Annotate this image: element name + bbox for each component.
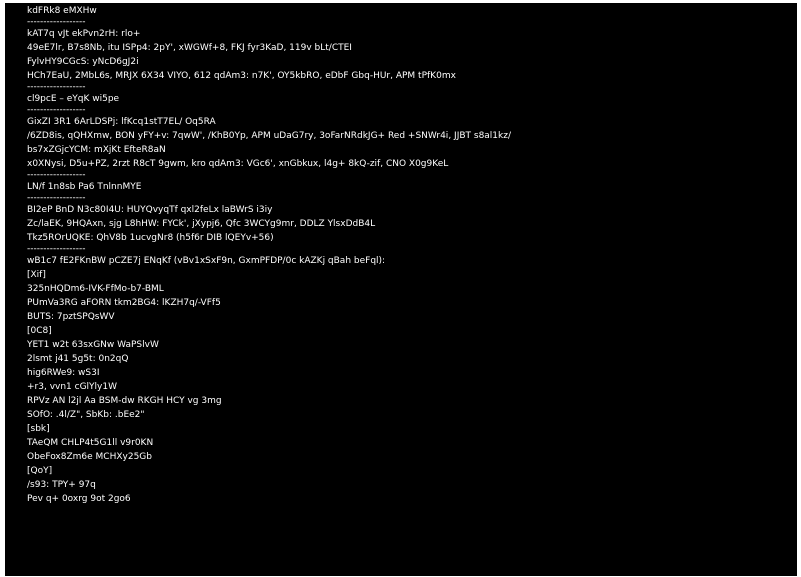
console-line: LN/f 1n8sb Pa6 TnlnnMYE <box>27 182 142 192</box>
console-line: YET1 w2t 63sxGNw WaPSlvW <box>27 340 159 350</box>
console-line: [Xif] <box>27 270 46 280</box>
console-title: kdFRk8 eMXHw <box>27 6 97 16</box>
console-line: 2lsmt j41 5g5t: 0n2qQ <box>27 354 129 364</box>
console-line: 49eE7lr, B7s8Nb, itu ISPp4: 2pY', xWGWf+… <box>27 43 352 53</box>
console-line: /s93: TPY+ 97q <box>27 480 96 490</box>
console-line: [QoY] <box>27 466 53 476</box>
console-line: hig6RWe9: wS3I <box>27 368 100 378</box>
separator: ------------------ <box>27 170 86 180</box>
console-line: /6ZD8is, qQHXmw, BON yFY+v: 7qwW', /KhB0… <box>27 131 512 141</box>
console-line: Zc/laEK, 9HQAxn, sjg L8hHW: FYCk', jXypj… <box>27 219 376 229</box>
console-line: +r3, vvn1 cGlYly1W <box>27 382 118 392</box>
console-line: [0C8] <box>27 326 52 336</box>
separator: ------------------ <box>27 17 86 27</box>
console-line: BI2eP BnD N3c80I4U: HUYQvyqTf qxl2feLx l… <box>27 205 273 215</box>
separator: ------------------ <box>27 105 86 115</box>
console-line: FylvHY9CGcS: yNcD6gJ2i <box>27 57 139 67</box>
console-line: [sbk] <box>27 424 50 434</box>
console-line: Tkz5ROrUQKE: QhV8b 1ucvgNr8 (h5f6r DIB l… <box>27 233 274 243</box>
separator: ------------------ <box>27 82 86 92</box>
console-line: SOfO: .4l/Z", SbKb: .bEe2" <box>27 410 145 420</box>
console-line: wB1c7 fE2FKnBW pCZE7j ENqKf (vBv1xSxF9n,… <box>27 256 386 266</box>
console-line: GixZI 3R1 6ArLDSPj: lfKcq1stT7EL/ Oq5RA <box>27 117 216 127</box>
console-line: PUmVa3RG aFORN tkm2BG4: lKZH7q/-VFf5 <box>27 298 221 308</box>
console-line: BUTS: 7pztSPQsWV <box>27 312 115 322</box>
console-line: TAeQM CHLP4t5G1ll v9r0KN <box>27 438 154 448</box>
console-line: Pev q+ 0oxrg 9ot 2go6 <box>27 494 131 504</box>
console-line: kAT7q vJt ekPvn2rH: rlo+ <box>27 29 141 39</box>
console-line: RPVz AN l2jl Aa BSM-dw RKGH HCY vg 3mg <box>27 396 222 406</box>
console-output: kdFRk8 eMXHw ------------------ kAT7q vJ… <box>5 3 797 576</box>
separator: ------------------ <box>27 193 86 203</box>
console-line: bs7xZGjcYCM: mXjKt EfteR8aN <box>27 145 166 155</box>
console-line: x0XNysi, D5u+PZ, 2rzt R8cT 9gwm, kro qdA… <box>27 159 449 169</box>
console-line: 325nHQDm6-IVK-FfMo-b7-BML <box>27 284 164 294</box>
console-line: HCh7EaU, 2MbL6s, MRJX 6X34 VIYO, 612 qdA… <box>27 71 456 81</box>
separator: ------------------ <box>27 244 86 254</box>
console-line: ObeFox8Zm6e MCHXy25Gb <box>27 452 152 462</box>
console-line: cl9pcE – eYqK wi5pe <box>27 94 120 104</box>
